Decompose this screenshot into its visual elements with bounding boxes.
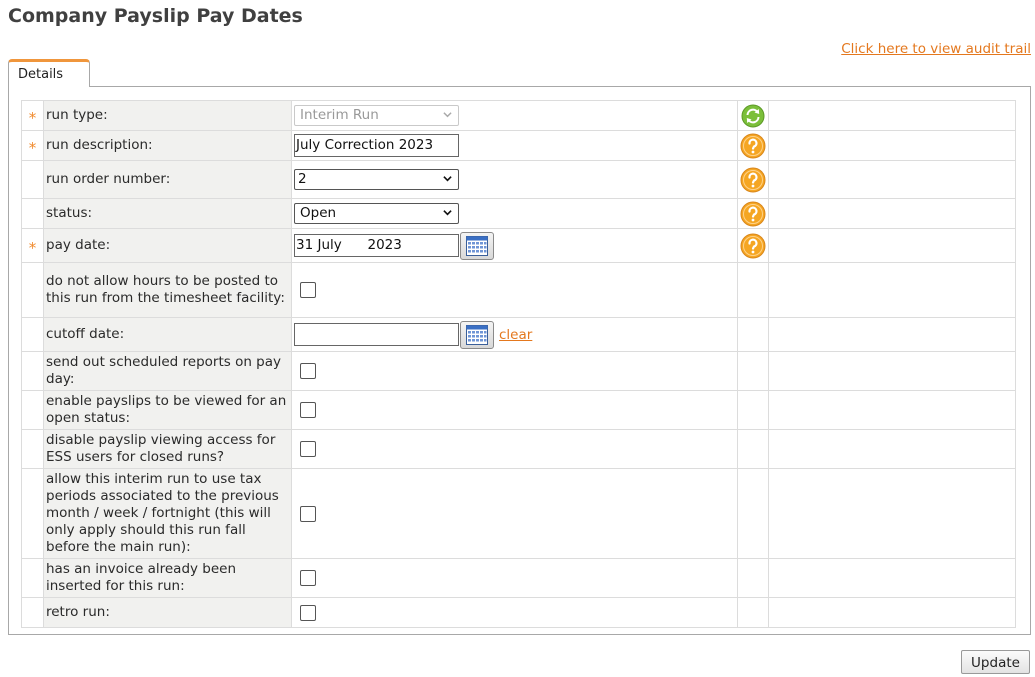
- tab-details[interactable]: Details: [8, 59, 90, 87]
- run-description-input[interactable]: July Correction 2023: [294, 134, 459, 157]
- no-timesheet-label: do not allow hours to be posted to this …: [43, 262, 292, 318]
- form-row-status: status: Open: [21, 198, 1016, 229]
- scheduled-reports-checkbox[interactable]: [300, 363, 316, 379]
- form-row-cutoff-date: cutoff date: clear: [21, 317, 1016, 352]
- no-timesheet-checkbox[interactable]: [300, 282, 316, 298]
- pay-date-calendar-button[interactable]: [460, 231, 494, 260]
- help-icon[interactable]: [740, 233, 766, 259]
- form-row-pay-date: * pay date: 31 July 2023: [21, 228, 1016, 263]
- help-icon[interactable]: [740, 133, 766, 159]
- form-row-run-description: * run description: July Correction 2023: [21, 130, 1016, 161]
- form-row-disable-ess: disable payslip viewing access for ESS u…: [21, 429, 1016, 469]
- pay-date-input[interactable]: 31 July 2023: [294, 234, 459, 257]
- disable-ess-checkbox[interactable]: [300, 441, 316, 457]
- calendar-icon: [466, 235, 488, 256]
- audit-trail-link[interactable]: Click here to view audit trail: [841, 41, 1031, 57]
- chevron-down-icon: [443, 210, 452, 216]
- required-marker: *: [21, 100, 44, 131]
- form-row-scheduled-reports: send out scheduled reports on pay day:: [21, 351, 1016, 391]
- cutoff-date-clear-link[interactable]: clear: [499, 327, 532, 343]
- cutoff-date-calendar-button[interactable]: [460, 320, 494, 349]
- run-type-select: Interim Run: [294, 105, 459, 126]
- page-title: Company Payslip Pay Dates: [8, 5, 303, 27]
- previous-tax-periods-label: allow this interim run to use tax period…: [43, 468, 292, 559]
- required-marker: *: [21, 228, 44, 263]
- form-row-retro-run: retro run:: [21, 597, 1016, 628]
- cutoff-date-label: cutoff date:: [43, 317, 292, 352]
- update-button[interactable]: Update: [961, 650, 1030, 674]
- cutoff-date-input[interactable]: [294, 323, 459, 346]
- status-select[interactable]: Open: [294, 203, 459, 224]
- form-row-previous-tax-periods: allow this interim run to use tax period…: [21, 468, 1016, 559]
- pay-date-form: * run type: Interim Run * run descriptio…: [21, 100, 1016, 628]
- form-row-run-type: * run type: Interim Run: [21, 100, 1016, 131]
- pay-date-label: pay date:: [43, 228, 292, 263]
- previous-tax-periods-checkbox[interactable]: [300, 505, 316, 522]
- refresh-icon[interactable]: [741, 104, 765, 128]
- run-type-label: run type:: [43, 100, 292, 131]
- scheduled-reports-label: send out scheduled reports on pay day:: [43, 351, 292, 391]
- chevron-down-icon: [443, 112, 452, 118]
- required-marker: *: [21, 130, 44, 161]
- form-row-no-timesheet: do not allow hours to be posted to this …: [21, 262, 1016, 318]
- run-type-value: Interim Run: [300, 107, 379, 123]
- open-status-viewing-checkbox[interactable]: [300, 402, 316, 418]
- run-order-label: run order number:: [43, 160, 292, 199]
- invoice-inserted-label: has an invoice already been inserted for…: [43, 558, 292, 598]
- form-row-invoice-inserted: has an invoice already been inserted for…: [21, 558, 1016, 598]
- form-row-open-status-viewing: enable payslips to be viewed for an open…: [21, 390, 1016, 430]
- invoice-inserted-checkbox[interactable]: [300, 570, 316, 586]
- disable-ess-label: disable payslip viewing access for ESS u…: [43, 429, 292, 469]
- form-row-run-order: run order number: 2: [21, 160, 1016, 199]
- help-icon[interactable]: [740, 167, 766, 193]
- run-description-label: run description:: [43, 130, 292, 161]
- retro-run-label: retro run:: [43, 597, 292, 628]
- open-status-viewing-label: enable payslips to be viewed for an open…: [43, 390, 292, 430]
- help-icon[interactable]: [740, 201, 766, 227]
- chevron-down-icon: [443, 176, 452, 182]
- run-order-select[interactable]: 2: [294, 169, 459, 190]
- status-value: Open: [300, 205, 337, 221]
- status-label: status:: [43, 198, 292, 229]
- run-order-value: 2: [298, 171, 307, 187]
- retro-run-checkbox[interactable]: [300, 604, 316, 621]
- calendar-icon: [466, 324, 488, 345]
